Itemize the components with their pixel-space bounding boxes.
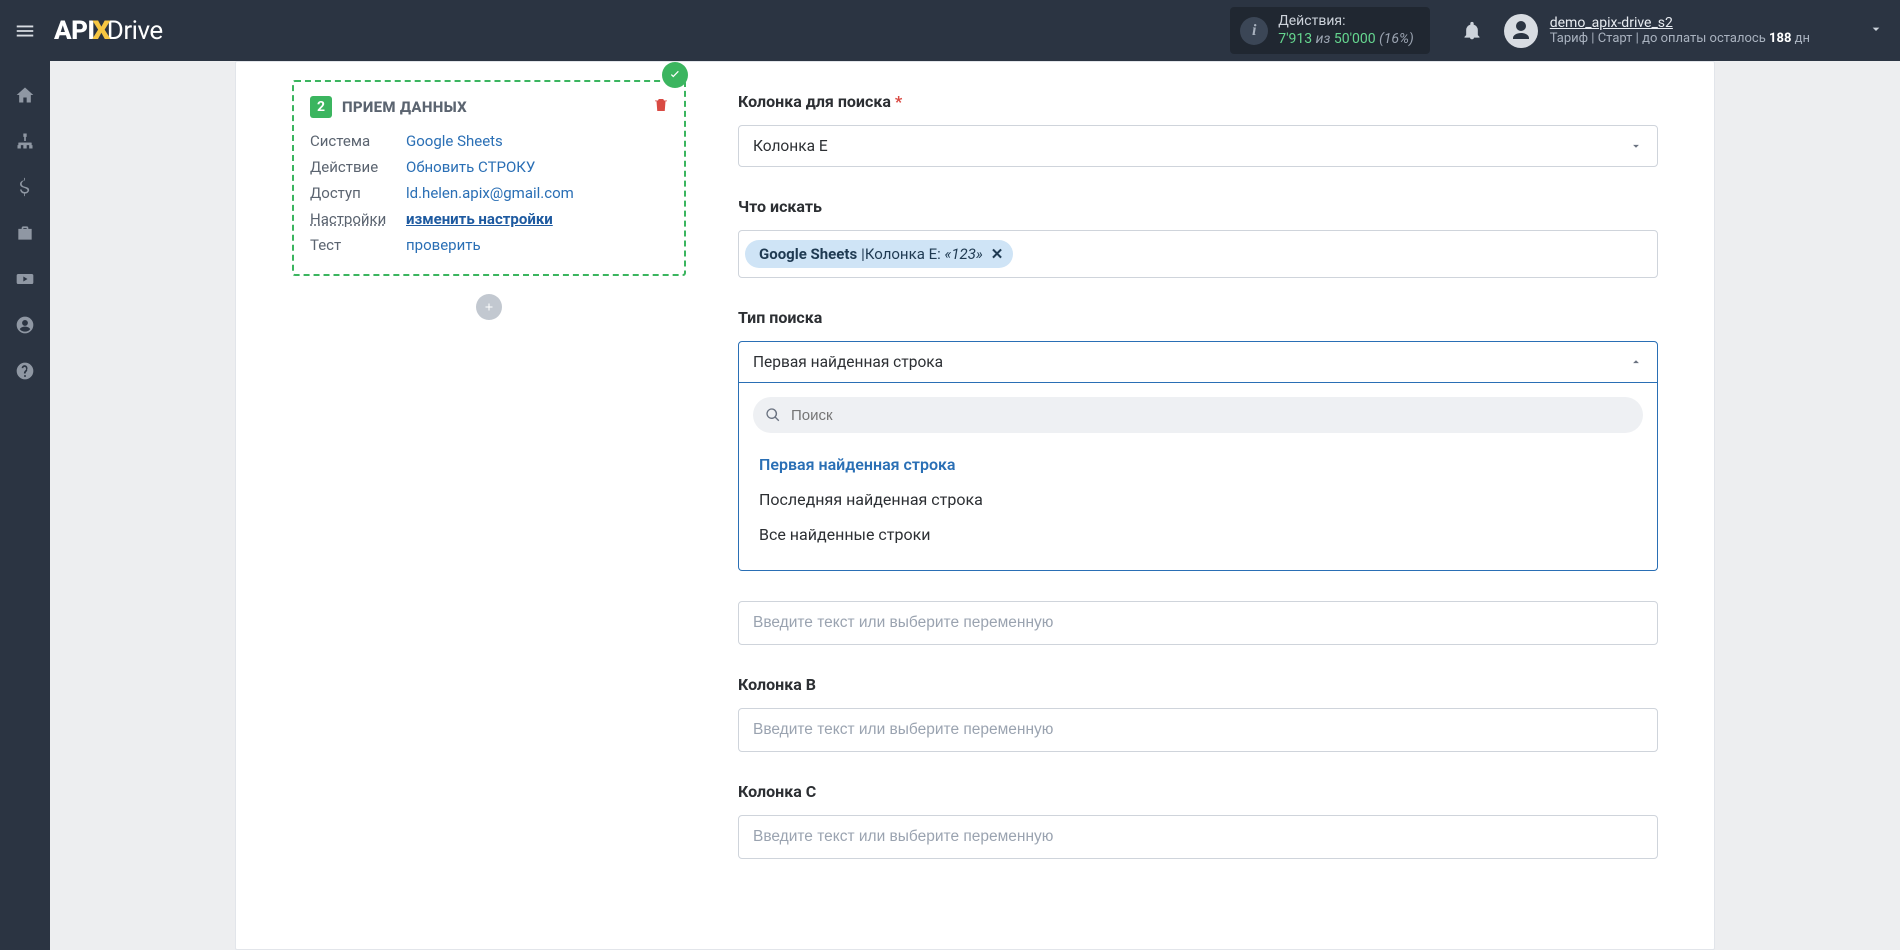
field-search-column: Колонка для поиска * Колонка E xyxy=(738,92,1658,167)
label-column-b: Колонка B xyxy=(738,675,816,694)
sidebar-item-help[interactable] xyxy=(0,361,50,381)
step-complete-badge xyxy=(662,62,688,88)
user-circle-icon xyxy=(15,315,35,335)
chevron-down-icon xyxy=(1868,21,1884,37)
chevron-down-icon xyxy=(1629,139,1643,153)
step-link-test[interactable]: проверить xyxy=(406,236,481,254)
input-what-search[interactable]: Google Sheets | Колонка E: «123» ✕ xyxy=(738,230,1658,278)
step-row-key-system: Система xyxy=(310,132,406,150)
info-icon: i xyxy=(1240,17,1268,45)
header-expand-button[interactable] xyxy=(1868,21,1884,41)
user-tariff: Тариф | Старт | до оплаты осталось 188 д… xyxy=(1550,31,1810,46)
step-row-key-test: Тест xyxy=(310,236,406,254)
user-menu[interactable]: demo_apix-drive_s2 Тариф | Старт | до оп… xyxy=(1504,14,1810,48)
step-details: СистемаGoogle Sheets ДействиеОбновить СТ… xyxy=(310,128,668,258)
chip-value: «123» xyxy=(944,245,982,263)
content-card: 2 ПРИЕМ ДАННЫХ СистемаGoogle Sheets Дейс… xyxy=(235,61,1715,950)
field-hidden-a xyxy=(738,601,1658,645)
chip-remove-button[interactable]: ✕ xyxy=(991,245,1004,263)
dollar-icon xyxy=(15,177,35,197)
dropdown-search-input[interactable] xyxy=(753,397,1643,433)
sidebar-item-account[interactable] xyxy=(0,315,50,335)
chip-source: Google Sheets xyxy=(759,245,857,263)
step-row-key-settings: Настройки xyxy=(310,210,406,228)
sidebar-item-connections[interactable] xyxy=(0,131,50,151)
step-link-system[interactable]: Google Sheets xyxy=(406,132,503,150)
label-search-type: Тип поиска xyxy=(738,308,822,327)
select-search-column[interactable]: Колонка E xyxy=(738,125,1658,167)
step-title: ПРИЕМ ДАННЫХ xyxy=(342,98,467,116)
step-row-key-action: Действие xyxy=(310,158,406,176)
briefcase-icon xyxy=(15,223,35,243)
step-link-access[interactable]: ld.helen.apix@gmail.com xyxy=(406,184,574,202)
logo[interactable]: API X Drive xyxy=(54,16,163,46)
plus-icon xyxy=(483,301,495,313)
chevron-up-icon xyxy=(1629,355,1643,369)
sidebar-item-billing[interactable] xyxy=(0,177,50,197)
sitemap-icon xyxy=(15,131,35,151)
dropdown-options: Первая найденная строка Последняя найден… xyxy=(753,443,1643,556)
chip-field: Колонка E: xyxy=(865,245,941,263)
input-column-c[interactable] xyxy=(738,815,1658,859)
step-number: 2 xyxy=(310,96,332,118)
menu-toggle-button[interactable] xyxy=(0,20,50,42)
home-icon xyxy=(15,85,35,105)
step-card: 2 ПРИЕМ ДАННЫХ СистемаGoogle Sheets Дейс… xyxy=(292,80,686,276)
step-link-settings[interactable]: изменить настройки xyxy=(406,210,553,228)
main-area: 2 ПРИЕМ ДАННЫХ СистемаGoogle Sheets Дейс… xyxy=(50,61,1900,950)
add-step-button[interactable] xyxy=(476,294,502,320)
dropdown-option-1[interactable]: Последняя найденная строка xyxy=(755,482,1641,517)
field-search-type: Тип поиска Первая найденная строка Перва… xyxy=(738,308,1658,571)
sidebar-item-video[interactable] xyxy=(0,269,50,289)
hamburger-icon xyxy=(14,20,36,42)
notifications-button[interactable] xyxy=(1452,21,1492,41)
sidebar-item-home[interactable] xyxy=(0,85,50,105)
bell-icon xyxy=(1462,21,1482,41)
user-name: demo_apix-drive_s2 xyxy=(1550,15,1810,31)
step-row-key-access: Доступ xyxy=(310,184,406,202)
left-column: 2 ПРИЕМ ДАННЫХ СистемаGoogle Sheets Дейс… xyxy=(236,62,706,949)
top-bar: API X Drive i Действия: 7'913 из 50'000 … xyxy=(0,0,1900,61)
select-search-type[interactable]: Первая найденная строка xyxy=(738,341,1658,383)
avatar xyxy=(1504,14,1538,48)
label-column-c: Колонка C xyxy=(738,782,816,801)
trash-icon xyxy=(652,96,670,114)
field-column-b: Колонка B xyxy=(738,675,1658,752)
logo-api: API xyxy=(54,16,95,46)
search-icon xyxy=(765,407,781,423)
select-search-column-value: Колонка E xyxy=(753,137,828,155)
chip-selected-variable[interactable]: Google Sheets | Колонка E: «123» ✕ xyxy=(745,240,1013,268)
help-icon xyxy=(15,361,35,381)
label-search-column: Колонка для поиска xyxy=(738,92,891,111)
youtube-icon xyxy=(15,269,35,289)
user-icon xyxy=(1509,19,1533,43)
logo-x: X xyxy=(92,16,110,46)
actions-values: 7'913 из 50'000 (16%) xyxy=(1278,31,1413,49)
step-link-action[interactable]: Обновить СТРОКУ xyxy=(406,158,535,176)
label-what-search: Что искать xyxy=(738,197,822,216)
logo-drive: Drive xyxy=(107,16,163,46)
actions-title: Действия: xyxy=(1278,13,1413,31)
delete-step-button[interactable] xyxy=(652,96,670,118)
right-column: Колонка для поиска * Колонка E Что искат… xyxy=(706,62,1714,949)
actions-usage-pill[interactable]: i Действия: 7'913 из 50'000 (16%) xyxy=(1230,7,1429,54)
required-marker: * xyxy=(895,92,902,111)
check-icon xyxy=(668,68,682,82)
input-variable-a[interactable] xyxy=(738,601,1658,645)
sidebar-item-work[interactable] xyxy=(0,223,50,243)
input-column-b[interactable] xyxy=(738,708,1658,752)
dropdown-panel: Первая найденная строка Последняя найден… xyxy=(738,383,1658,571)
side-nav xyxy=(0,61,50,950)
dropdown-option-0[interactable]: Первая найденная строка xyxy=(755,447,1641,482)
field-column-c: Колонка C xyxy=(738,782,1658,859)
select-search-type-value: Первая найденная строка xyxy=(753,353,943,371)
field-what-search: Что искать Google Sheets | Колонка E: «1… xyxy=(738,197,1658,278)
dropdown-option-2[interactable]: Все найденные строки xyxy=(755,517,1641,552)
